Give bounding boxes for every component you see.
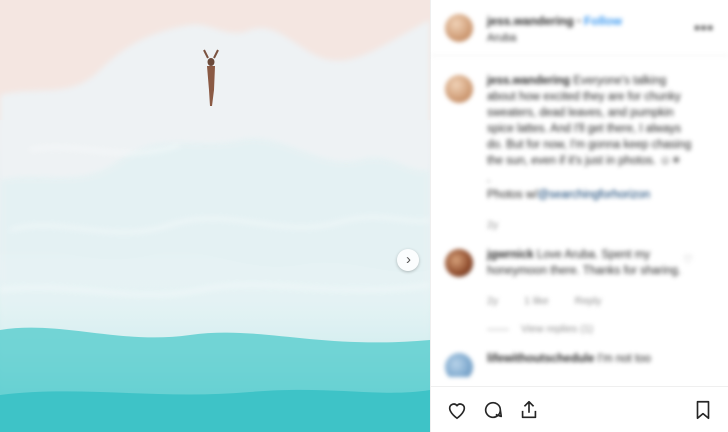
comment-username[interactable]: lifewithoutschedule — [487, 353, 594, 365]
caption: jess.wandering Everyone's talking about … — [445, 73, 715, 233]
caption-time: 2y — [487, 219, 499, 231]
avatar[interactable] — [445, 13, 473, 42]
next-photo-button[interactable]: › — [397, 249, 419, 271]
credit-prefix: Photos w/ — [487, 189, 538, 201]
beach-aerial-image — [0, 0, 430, 432]
view-replies-button[interactable]: View replies (1) — [487, 321, 697, 337]
comment-username[interactable]: jgwrnick — [487, 249, 534, 261]
comment-likes[interactable]: 1 like — [524, 295, 549, 307]
post-photo[interactable]: › — [0, 0, 430, 432]
comment-icon — [484, 401, 503, 418]
like-button[interactable] — [445, 398, 469, 422]
caption-text: Everyone's talking about how excited the… — [487, 75, 692, 167]
list-item: lifewithoutschedule I'm not too — [445, 351, 715, 377]
chevron-right-icon: › — [406, 251, 411, 268]
comment-button[interactable] — [481, 398, 505, 422]
reply-button[interactable]: Reply — [575, 295, 602, 307]
list-item: jgwrnick Love Aruba. Spent my honeymoon … — [445, 247, 715, 337]
action-bar — [431, 386, 728, 432]
credit-mention[interactable]: @searchingforhorizon — [538, 189, 651, 201]
post-header: jess.wandering • Follow Aruba ••• — [431, 0, 728, 56]
share-button[interactable] — [517, 398, 541, 422]
location-link[interactable]: Aruba — [487, 32, 622, 44]
more-icon[interactable]: ••• — [694, 20, 714, 38]
heart-icon — [448, 402, 466, 419]
caption-username[interactable]: jess.wandering — [487, 75, 570, 87]
header-username[interactable]: jess.wandering — [487, 14, 574, 28]
comment-time: 2y — [487, 295, 499, 307]
avatar[interactable] — [445, 249, 473, 277]
heart-icon[interactable]: ♡ — [683, 253, 693, 266]
comment-text: I'm not too — [597, 353, 651, 365]
follow-button[interactable]: Follow — [584, 14, 622, 28]
instagram-post: › jess.wandering • Follow Aruba ••• jess.w… — [0, 0, 728, 432]
save-button[interactable] — [691, 398, 715, 422]
post-sidebar: jess.wandering • Follow Aruba ••• jess.wan… — [430, 0, 728, 432]
bookmark-icon — [696, 400, 710, 419]
comments-list[interactable]: jess.wandering Everyone's talking about … — [431, 57, 728, 377]
avatar[interactable] — [445, 353, 473, 377]
avatar[interactable] — [445, 75, 473, 103]
share-icon — [521, 400, 537, 418]
